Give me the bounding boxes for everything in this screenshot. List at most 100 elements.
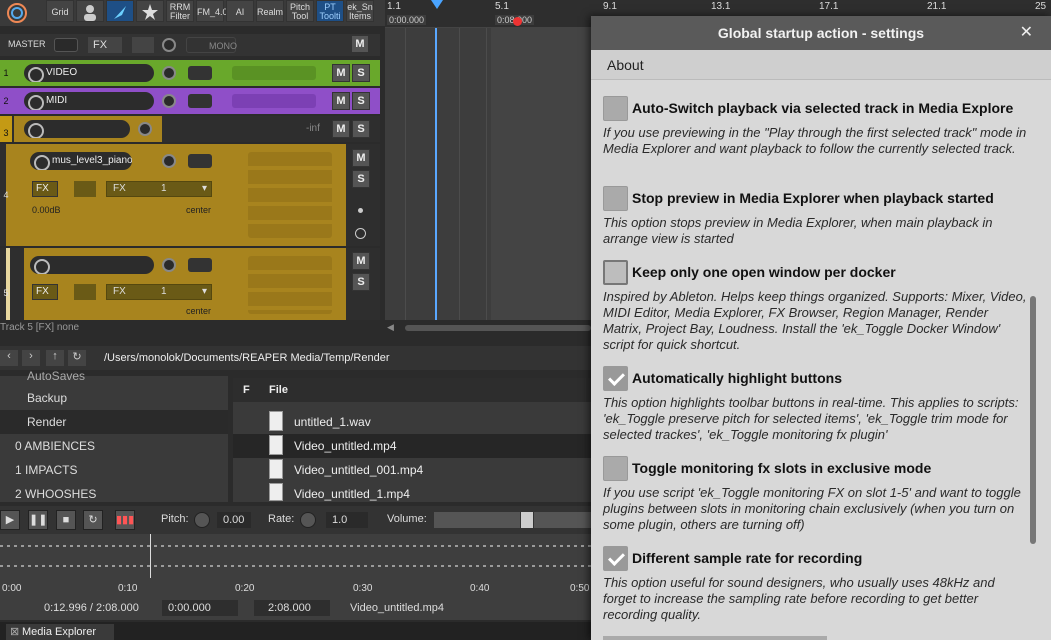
sidebar-item-autosaves[interactable]: AutoSaves [0, 364, 228, 388]
preview-start-field[interactable]: 0:00.000 [162, 600, 238, 616]
dialog-scrollbar[interactable] [1030, 296, 1036, 544]
option-checkbox[interactable] [603, 456, 628, 481]
record-marker-icon[interactable] [513, 17, 522, 26]
play-icon[interactable]: ▶ [0, 510, 20, 530]
person-icon[interactable] [76, 0, 104, 22]
option-title[interactable]: Keep only one open window per docker [632, 264, 896, 280]
track-mute-button[interactable]: M [332, 64, 350, 82]
track-4[interactable]: 4 mus_level3_piano FX FX 1 ▾ 0.00dB center… [0, 144, 380, 246]
close-icon[interactable]: ⊠ [10, 624, 19, 640]
option-title[interactable]: Auto-Switch playback via selected track … [632, 100, 1013, 116]
rocket-icon[interactable] [106, 0, 134, 22]
stop-icon[interactable]: ■ [56, 510, 76, 530]
toolbar-rrm-filter-button[interactable]: RRM Filter [166, 0, 194, 22]
track-name[interactable]: MIDI [24, 92, 154, 110]
track-1[interactable]: 1 VIDEO M S [0, 60, 380, 86]
option-title[interactable]: Stop preview in Media Explorer when play… [632, 190, 994, 206]
track-volume-knob[interactable] [162, 154, 176, 168]
track-name[interactable] [24, 120, 130, 138]
next-option-control[interactable] [603, 636, 827, 640]
playhead-marker-icon[interactable] [431, 0, 443, 10]
horizontal-scrollbar[interactable]: ◀ [385, 322, 591, 334]
arrange-view[interactable] [385, 28, 591, 320]
master-track[interactable]: MASTER FX MONO M [0, 34, 380, 56]
meter-icon[interactable]: ▮▮▮ [115, 510, 135, 530]
option-checkbox[interactable] [603, 366, 628, 391]
option-title[interactable]: Different sample rate for recording [632, 550, 862, 566]
track-route-button[interactable] [188, 94, 212, 108]
sidebar-item-ambiences[interactable]: 0 AMBIENCES [0, 434, 228, 458]
rate-knob[interactable] [300, 512, 316, 528]
scroll-left-icon[interactable]: ◀ [387, 322, 394, 333]
file-row[interactable]: untitled_1.wav [233, 410, 591, 434]
track-3[interactable]: 3 -inf M S [0, 116, 380, 142]
master-route-icon[interactable] [54, 38, 78, 52]
track-mute-button[interactable]: M [332, 92, 350, 110]
option-title[interactable]: Automatically highlight buttons [632, 370, 842, 386]
sidebar-item-render[interactable]: Render [0, 410, 228, 434]
toolbar-realm-button[interactable]: Realm [256, 0, 284, 22]
track-name[interactable] [30, 256, 154, 274]
sidebar-item-impacts[interactable]: 1 IMPACTS [0, 458, 228, 482]
pitch-knob[interactable] [194, 512, 210, 528]
option-checkbox[interactable] [603, 186, 628, 211]
track-fx-button[interactable]: FX [32, 181, 58, 197]
volume-slider[interactable] [434, 511, 591, 529]
scroll-thumb[interactable] [405, 325, 591, 331]
sidebar-item-backup[interactable]: Backup [0, 386, 228, 410]
track-mute-button[interactable]: M [352, 252, 370, 270]
track-mute-button[interactable]: M [352, 149, 370, 167]
track-2[interactable]: 2 MIDI M S [0, 88, 380, 114]
track-volume-knob[interactable] [162, 94, 176, 108]
track-5[interactable]: 5 FX FX 1 ▾ center M S [0, 248, 380, 320]
file-row[interactable]: Video_untitled_001.mp4 [233, 458, 591, 482]
close-icon[interactable]: ✕ [1020, 16, 1033, 50]
star-icon[interactable] [136, 0, 164, 22]
master-mono-button[interactable]: MONO [186, 37, 237, 53]
phase-icon[interactable] [355, 228, 366, 239]
envelope-icon[interactable] [132, 37, 154, 53]
track-solo-button[interactable]: S [352, 64, 370, 82]
toolbar-pitch-tool-button[interactable]: Pitch Tool [286, 0, 314, 22]
waveform-preview[interactable] [0, 534, 591, 578]
toolbar-pt-tooltip-button[interactable]: PT Toolti [316, 0, 344, 22]
toolbar-fm-button[interactable]: FM_4.0 [196, 0, 228, 22]
track-volume-knob[interactable] [138, 122, 152, 136]
column-f[interactable]: F [243, 384, 250, 396]
volume-slider-thumb[interactable] [520, 511, 534, 529]
track-volume-knob[interactable] [162, 66, 176, 80]
about-section-header[interactable]: About [591, 50, 1051, 80]
toolbar-ai-button[interactable]: AI [226, 0, 254, 22]
option-checkbox[interactable] [603, 546, 628, 571]
tab-media-explorer[interactable]: ⊠ Media Explorer [6, 624, 114, 640]
track-name[interactable]: VIDEO [24, 64, 154, 82]
column-file[interactable]: File [269, 384, 288, 396]
track-fx-button[interactable]: FX [32, 284, 58, 300]
reaper-logo-icon[interactable] [0, 0, 34, 23]
rate-field[interactable]: 1.0 [326, 512, 368, 528]
preview-length-field[interactable]: 2:08.000 [254, 600, 330, 616]
envelope-icon[interactable] [74, 181, 96, 197]
track-mute-button[interactable]: M [332, 120, 350, 138]
track-solo-button[interactable]: S [352, 170, 370, 188]
envelope-icon[interactable] [74, 284, 96, 300]
fx-slot-select[interactable]: FX 1 ▾ [106, 181, 212, 197]
file-row[interactable]: Video_untitled_1.mp4 [233, 482, 591, 502]
file-row[interactable]: Video_untitled.mp4 [233, 434, 591, 458]
track-route-button[interactable] [188, 258, 212, 272]
record-arm-icon[interactable] [358, 208, 363, 213]
track-solo-button[interactable]: S [352, 273, 370, 291]
master-volume-knob[interactable] [162, 38, 176, 52]
option-title[interactable]: Toggle monitoring fx slots in exclusive … [632, 460, 931, 476]
sidebar-item-whooshes[interactable]: 2 WHOOSHES [0, 482, 228, 506]
toolbar-grid-button[interactable]: Grid [46, 0, 74, 22]
toolbar-ek-items-button[interactable]: ek_Sn Items [346, 0, 374, 22]
explorer-path[interactable]: /Users/monolok/Documents/REAPER Media/Te… [104, 352, 390, 364]
track-volume-knob[interactable] [162, 258, 176, 272]
track-solo-button[interactable]: S [352, 92, 370, 110]
master-mute-button[interactable]: M [351, 35, 369, 53]
loop-icon[interactable]: ↻ [83, 510, 103, 530]
pause-icon[interactable]: ❚❚ [28, 510, 48, 530]
track-route-button[interactable] [188, 66, 212, 80]
track-name[interactable]: mus_level3_piano [30, 152, 132, 170]
